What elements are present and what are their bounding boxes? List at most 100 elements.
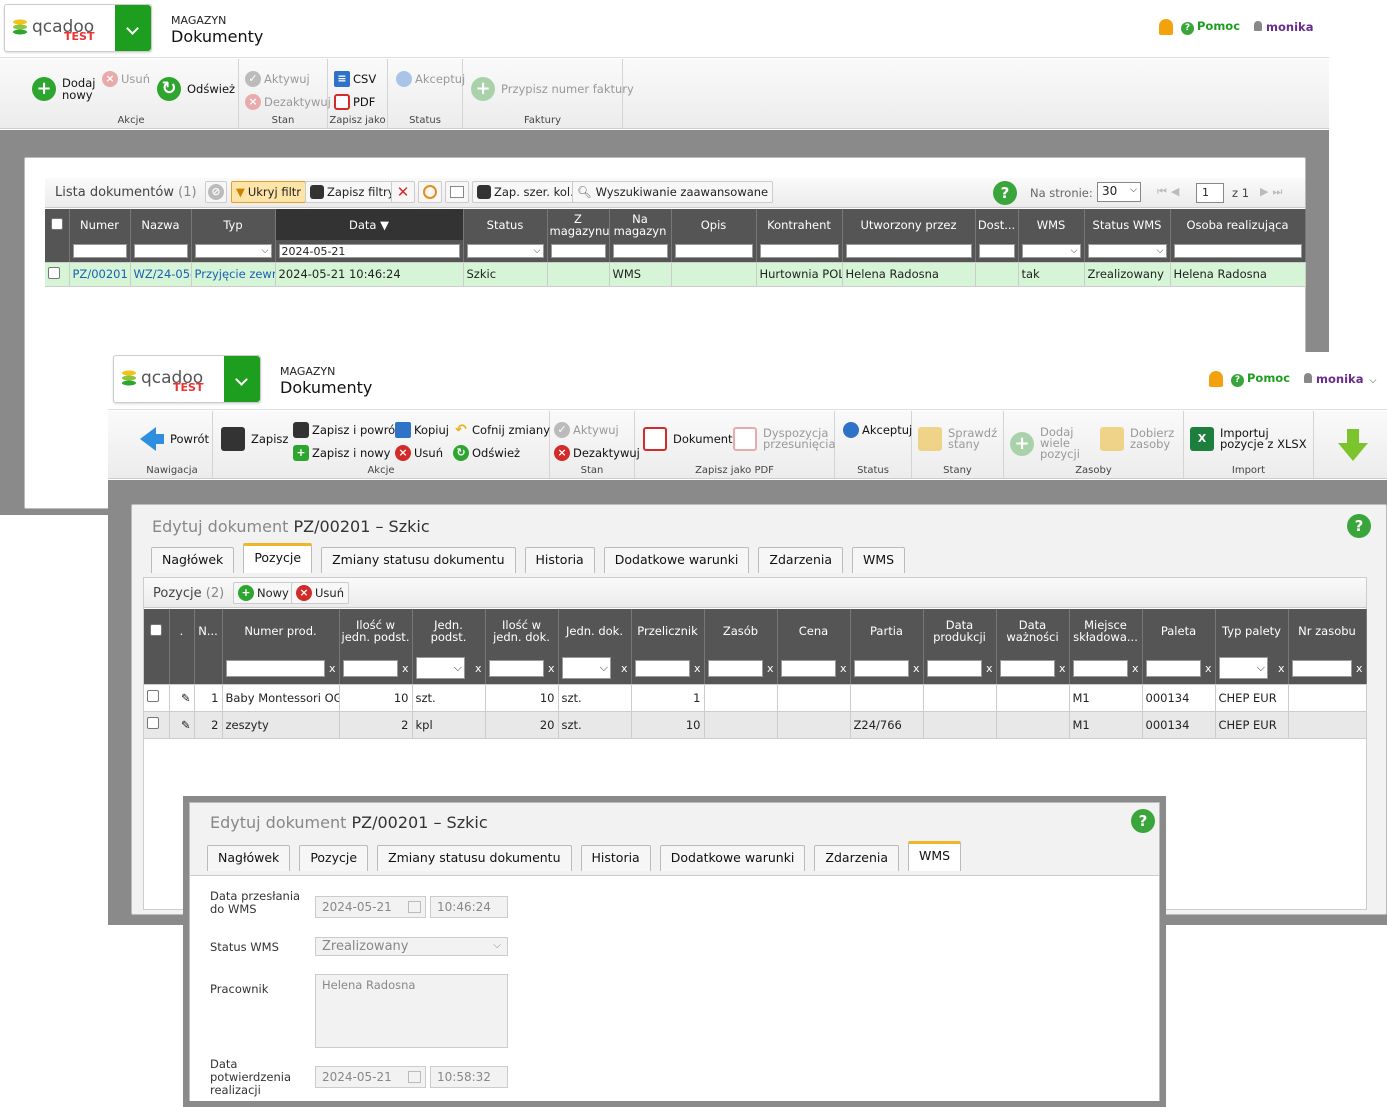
clear-filter-icon[interactable]: x: [1059, 662, 1066, 675]
filter-input[interactable]: [1072, 659, 1128, 677]
cell-link[interactable]: PZ/00201: [69, 262, 131, 287]
save-and-back-button[interactable]: Zapisz i powrót: [293, 422, 400, 438]
col-unit-base[interactable]: Jedn. podst.: [412, 609, 486, 653]
add-many-button[interactable]: + Dodaj wiele pozycji: [1010, 426, 1102, 460]
clear-filter-icon[interactable]: x: [402, 662, 409, 675]
filter-input[interactable]: [999, 659, 1055, 677]
clear-filter-icon[interactable]: x: [475, 662, 482, 675]
filter-input[interactable]: [978, 243, 1015, 258]
col-edit[interactable]: .: [169, 609, 195, 653]
filter-select[interactable]: ⌵: [561, 657, 611, 680]
clear-filter-icon[interactable]: x: [621, 662, 628, 675]
sent-time-field[interactable]: 10:46:24: [430, 896, 508, 918]
row-checkbox[interactable]: [147, 690, 159, 702]
filter-input[interactable]: [488, 659, 544, 677]
user-menu[interactable]: monika: [1254, 20, 1313, 34]
col-person[interactable]: Osoba realizująca: [1170, 209, 1306, 240]
tab-additional-conditions[interactable]: Dodatkowe warunki: [603, 547, 750, 573]
new-position-button[interactable]: + Nowy: [233, 582, 294, 604]
select-all[interactable]: [45, 209, 70, 240]
col-created-by[interactable]: Utworzony przez: [842, 209, 976, 240]
select-all[interactable]: [144, 609, 170, 653]
filter-input[interactable]: [342, 659, 398, 677]
table-row[interactable]: ✎ 2 zeszyty 2 kpl 20 szt. 10 Z24/766 M1 …: [144, 711, 1367, 739]
filter-input[interactable]: [926, 659, 982, 677]
col-expiry-date[interactable]: Data ważności: [996, 609, 1070, 653]
delete-button[interactable]: × Usuń: [102, 71, 150, 87]
pencil-icon[interactable]: ✎: [169, 711, 195, 739]
filter-select[interactable]: ⌵: [415, 657, 465, 680]
save-button[interactable]: Zapisz: [221, 427, 288, 451]
col-qty-base[interactable]: Ilość w jedn. podst.: [339, 609, 413, 653]
status-wms-select[interactable]: Zrealizowany ⌵: [315, 937, 508, 956]
filter-input[interactable]: [853, 659, 909, 677]
tab-positions[interactable]: Pozycje: [299, 845, 369, 871]
filter-input[interactable]: [707, 659, 763, 677]
accept-button[interactable]: Akceptuj: [396, 71, 465, 87]
sent-date-field[interactable]: 2024-05-21: [315, 896, 426, 918]
filter-select[interactable]: ⌵: [1218, 657, 1268, 680]
clear-filter-button[interactable]: ⊘: [205, 181, 227, 203]
filter-input[interactable]: [1145, 659, 1201, 677]
filter-input[interactable]: [72, 243, 127, 258]
row-checkbox[interactable]: [147, 717, 159, 729]
clear-filter-icon[interactable]: x: [1205, 662, 1212, 675]
save-column-widths-button[interactable]: Zap. szer. kol.: [472, 181, 579, 203]
activate-button[interactable]: ✓ Aktywuj: [554, 422, 619, 438]
col-from-warehouse[interactable]: Z magazynu: [547, 209, 610, 240]
help-link[interactable]: ? Pomoc: [1231, 371, 1290, 387]
add-new-button[interactable]: + Dodaj nowy: [32, 77, 96, 101]
copy-button[interactable]: Kopiuj: [395, 422, 449, 438]
clear-filter-icon[interactable]: x: [767, 662, 774, 675]
help-icon[interactable]: ?: [1131, 809, 1155, 833]
filter-select[interactable]: ⌵: [1021, 243, 1081, 258]
clear-filter-icon[interactable]: x: [1356, 662, 1363, 675]
cell-link[interactable]: Przyjęcie zewnę: [191, 262, 276, 287]
col-numer[interactable]: Numer: [69, 209, 131, 240]
worker-field[interactable]: Helena Radosna: [315, 974, 508, 1048]
refresh-button[interactable]: ↻ Odśwież: [453, 445, 520, 461]
col-number[interactable]: N...: [194, 609, 223, 653]
back-button[interactable]: Powrót: [140, 427, 209, 451]
col-resource[interactable]: Zasób: [704, 609, 778, 653]
col-batch[interactable]: Partia: [850, 609, 924, 653]
col-data[interactable]: Data ▼: [275, 209, 464, 240]
reset-button[interactable]: [418, 181, 442, 203]
filter-input[interactable]: [550, 243, 606, 258]
col-status-wms[interactable]: Status WMS: [1084, 209, 1171, 240]
clear-filter-icon[interactable]: x: [1132, 662, 1139, 675]
clear-filter-icon[interactable]: x: [1278, 662, 1285, 675]
tab-header[interactable]: Nagłówek: [207, 845, 291, 871]
col-typ[interactable]: Typ: [191, 209, 276, 240]
cell-link[interactable]: WZ/24-05-: [130, 262, 192, 287]
delete-button[interactable]: × Usuń: [395, 445, 443, 461]
disposition-pdf-button[interactable]: Dyspozycja przesunięcia: [733, 427, 836, 451]
col-unit-doc[interactable]: Jedn. dok.: [558, 609, 632, 653]
calendar-icon[interactable]: [408, 1071, 421, 1083]
clear-filter-icon[interactable]: x: [840, 662, 847, 675]
tab-wms[interactable]: WMS: [908, 841, 962, 871]
filter-input[interactable]: [225, 659, 325, 677]
import-xlsx-button[interactable]: X Importuj pozycje z XLSX: [1190, 427, 1312, 451]
clear-filter-icon[interactable]: x: [329, 662, 336, 675]
col-to-warehouse[interactable]: Na magazyn: [609, 209, 672, 240]
col-pallet-type[interactable]: Typ palety: [1215, 609, 1289, 653]
help-icon[interactable]: ?: [993, 181, 1017, 205]
clear-filter-icon[interactable]: x: [548, 662, 555, 675]
col-resource-number[interactable]: Nr zasobu: [1288, 609, 1367, 653]
filter-input[interactable]: [634, 659, 690, 677]
filter-select[interactable]: ⌵: [194, 243, 272, 258]
tab-positions[interactable]: Pozycje: [243, 543, 313, 573]
deactivate-button[interactable]: × Dezaktywuj: [554, 445, 640, 461]
table-row[interactable]: PZ/00201 WZ/24-05- Przyjęcie zewnę 2024-…: [45, 262, 1306, 287]
clear-button[interactable]: ✕: [391, 181, 415, 203]
col-product-number[interactable]: Numer prod.: [222, 609, 340, 653]
undo-button[interactable]: ↶ Cofnij zmiany: [453, 422, 550, 438]
clear-filter-icon[interactable]: x: [986, 662, 993, 675]
next-last-page-icons[interactable]: ▶⏭: [1260, 185, 1286, 199]
col-opis[interactable]: Opis: [671, 209, 757, 240]
columns-button[interactable]: [445, 181, 469, 203]
hide-filter-button[interactable]: ▼ Ukryj filtr: [231, 181, 306, 203]
table-row[interactable]: ✎ 1 Baby Montessori OG 10 szt. 10 szt. 1…: [144, 684, 1367, 712]
refresh-button[interactable]: ↻ Odśwież: [157, 77, 235, 101]
